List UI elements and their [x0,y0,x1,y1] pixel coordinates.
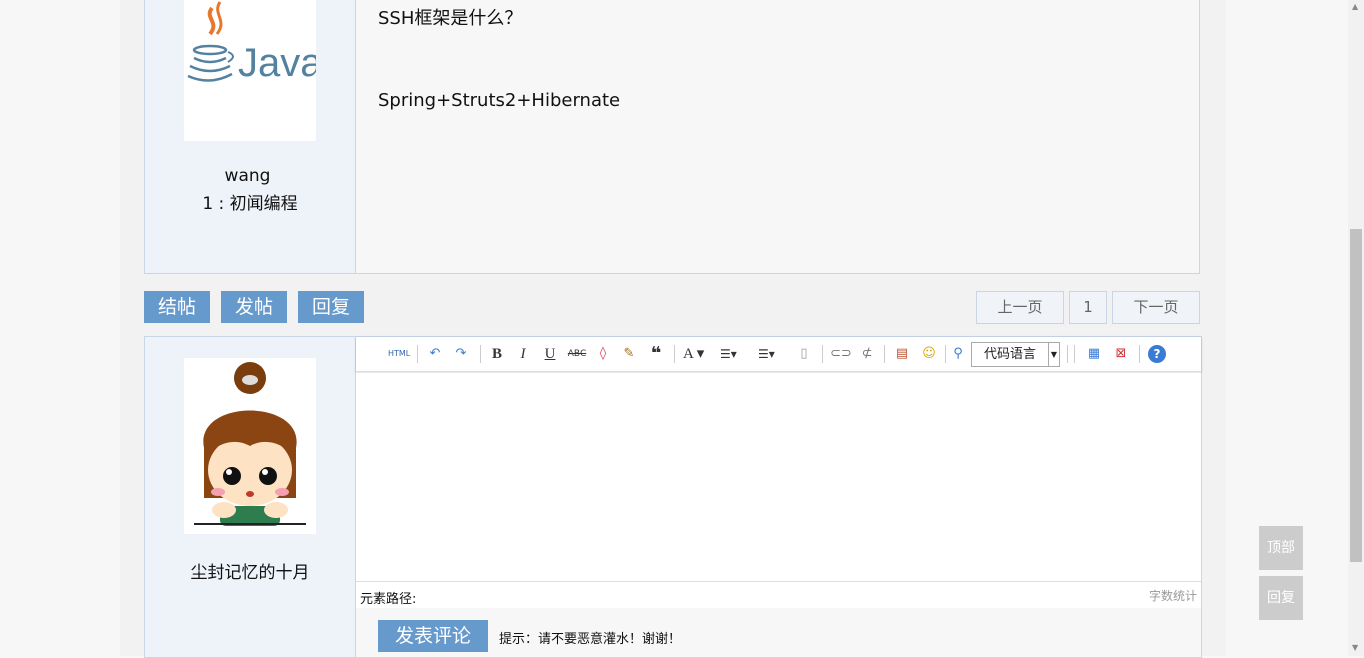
editor-toolbar: HTML ↶ ↷ B I U ABC ◊ ✎ ❝ A ▾ ☰▾ ☰▾ ▯ ⊂⊃ … [356,337,1201,372]
scroll-down-icon[interactable]: ▼ [1352,643,1358,652]
cartoon-avatar[interactable] [184,358,316,534]
rich-text-editor: HTML ↶ ↷ B I U ABC ◊ ✎ ❝ A ▾ ☰▾ ☰▾ ▯ ⊂⊃ … [356,337,1201,657]
attachment-icon[interactable]: ⚲ [949,345,967,363]
toolbar-separator [822,345,823,363]
delete-table-icon[interactable]: ⊠ [1112,345,1130,363]
eraser-icon[interactable]: ◊ [594,345,612,363]
redo-icon[interactable]: ↷ [452,345,470,363]
post-author-name[interactable]: wang [145,166,350,186]
toolbar-separator [480,345,481,363]
new-post-button[interactable]: 发帖 [221,291,287,323]
editor-content-area[interactable] [356,373,1201,580]
font-color-icon[interactable]: A ▾ [683,345,713,363]
emoticon-icon[interactable]: ☺ [920,345,938,363]
undo-icon[interactable]: ↶ [426,345,444,363]
prev-page-button[interactable]: 上一页 [976,291,1064,324]
italic-icon[interactable]: I [514,345,532,363]
reply-author-panel: 尘封记忆的十月 [145,337,356,657]
reply-button[interactable]: 回复 [298,291,364,323]
back-to-top-button[interactable]: 顶部 [1259,526,1303,570]
help-icon[interactable]: ? [1148,345,1166,363]
ordered-list-icon[interactable]: ☰▾ [720,345,750,363]
java-avatar[interactable]: Java [184,0,323,141]
toolbar-separator [884,345,885,363]
page-scrollbar[interactable]: ▲ ▼ [1348,0,1364,656]
page-break-icon[interactable]: ▯ [795,345,813,363]
post-line-question: SSH框架是什么？ [378,8,523,29]
submit-comment-button[interactable]: 发表评论 [378,620,488,652]
post-author-level: 1 : 初闻编程 [202,194,298,214]
svg-text:Java: Java [238,41,316,85]
editor-statusbar: 元素路径: 字数统计 [356,581,1201,609]
word-count-label: 字数统计 [1148,589,1197,603]
underline-icon[interactable]: U [541,345,559,363]
post-author-panel: Java wang 1 : 初闻编程 [145,0,356,273]
code-language-label: 代码语言 [984,347,1037,362]
post-content: SSH框架是什么？ Spring+Struts2+Hibernate [378,4,620,111]
reply-box: 尘封记忆的十月 HTML ↶ ↷ B I U ABC ◊ ✎ ❝ A ▾ ☰▾ … [144,336,1202,658]
toolbar-separator [1067,345,1068,363]
link-icon[interactable]: ⊂⊃ [830,345,852,363]
bold-icon[interactable]: B [488,345,506,363]
toolbar-separator [1139,345,1140,363]
chevron-down-icon: ▼ [1048,343,1059,366]
page-number-button[interactable]: 1 [1069,291,1107,324]
toolbar-separator [674,345,675,363]
unordered-list-icon[interactable]: ☰▾ [758,345,788,363]
quote-icon[interactable]: ❝ [647,345,665,363]
close-thread-button[interactable]: 结帖 [144,291,210,323]
format-brush-icon[interactable]: ✎ [620,345,638,363]
reply-author-name[interactable]: 尘封记忆的十月 [145,558,355,583]
post-line-answer: Spring+Struts2+Hibernate [378,90,621,111]
toolbar-separator [945,345,946,363]
submit-area: 发表评论 提示：请不要恶意灌水！谢谢！ [356,608,1201,657]
image-icon[interactable]: ▤ [893,345,911,363]
java-logo-icon: Java [187,1,323,85]
next-page-button[interactable]: 下一页 [1112,291,1200,324]
insert-table-icon[interactable]: ▦ [1085,345,1103,363]
strikethrough-icon[interactable]: ABC [566,345,588,363]
unlink-icon[interactable]: ⊄ [858,345,876,363]
scroll-up-icon[interactable]: ▲ [1352,2,1358,11]
html-source-icon[interactable]: HTML [388,345,410,363]
cartoon-girl-icon [194,362,306,526]
toolbar-separator [417,345,418,363]
scrollbar-thumb[interactable] [1350,229,1362,562]
original-post: Java wang 1 : 初闻编程 SSH框架是什么？ Spring+Stru… [144,0,1200,274]
element-path-label: 元素路径: [360,592,417,607]
toolbar-separator [1074,345,1075,363]
float-reply-button[interactable]: 回复 [1259,576,1303,620]
code-language-select[interactable]: 代码语言 ▼ [971,342,1060,367]
submit-hint: 提示：请不要恶意灌水！谢谢！ [499,632,682,647]
